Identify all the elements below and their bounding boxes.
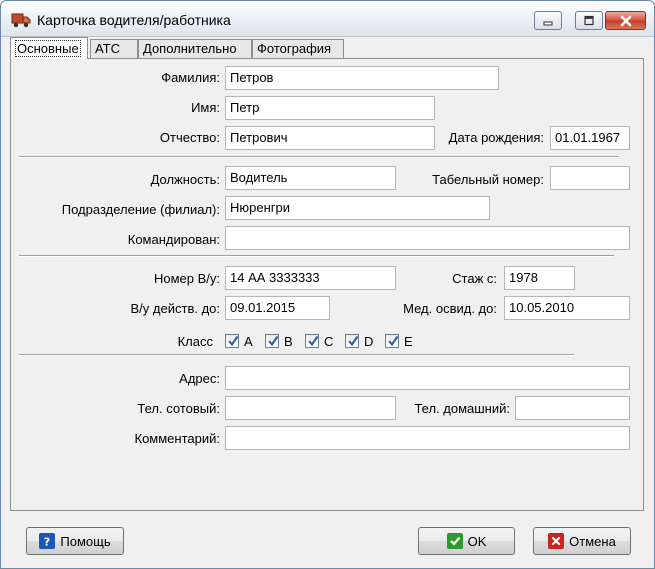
license-valid-field[interactable]: 09.01.2015 — [225, 296, 330, 320]
experience-since-field[interactable]: 1978 — [504, 266, 575, 290]
help-icon: ? — [39, 533, 56, 549]
check-icon — [228, 335, 239, 347]
driver-card-window: Карточка водителя/работника Основные АТС — [0, 0, 655, 569]
license-number-label: Номер В/у: — [153, 271, 220, 286]
address-field[interactable] — [225, 366, 630, 390]
tab-main[interactable]: Основные — [10, 37, 88, 59]
window-title: Карточка водителя/работника — [37, 12, 231, 28]
patronymic-label: Отчество: — [159, 130, 220, 145]
position-label: Должность: — [150, 172, 220, 187]
assigned-label: Командирован: — [127, 232, 220, 247]
division-field[interactable]: Нюренгри — [225, 196, 490, 220]
check-icon — [388, 335, 399, 347]
mobile-phone-label: Тел. сотовый: — [137, 401, 220, 416]
birth-date-field[interactable]: 01.01.1967 — [550, 126, 630, 150]
first-name-field[interactable]: Петр — [225, 96, 435, 120]
medical-until-label: Мед. освид. до: — [403, 301, 497, 316]
maximize-button[interactable] — [575, 11, 603, 30]
ok-button[interactable]: OK — [418, 527, 515, 555]
first-name-label: Имя: — [191, 100, 220, 115]
truck-icon — [11, 11, 31, 29]
last-name-label: Фамилия: — [161, 70, 220, 85]
comment-field[interactable] — [225, 426, 630, 450]
minimize-icon — [543, 21, 553, 25]
home-phone-field[interactable] — [515, 396, 630, 420]
separator — [19, 255, 614, 257]
division-label: Подразделение (филиал): — [61, 202, 220, 217]
medical-until-field[interactable]: 10.05.2010 — [504, 296, 630, 320]
personnel-number-label: Табельный номер: — [432, 172, 544, 187]
class-d-checkbox[interactable] — [345, 334, 359, 348]
home-phone-label: Тел. домашний: — [414, 401, 510, 416]
check-icon — [308, 335, 319, 347]
license-valid-label: В/у действ. до: — [130, 301, 220, 316]
check-icon — [348, 335, 359, 347]
class-d-label: D — [364, 334, 374, 349]
license-number-field[interactable]: 14 АА 3333333 — [225, 266, 396, 290]
check-icon — [446, 533, 463, 549]
class-a-checkbox[interactable] — [225, 334, 239, 348]
assigned-field[interactable] — [225, 226, 630, 250]
cross-icon — [548, 533, 565, 549]
maximize-icon — [584, 15, 594, 26]
birth-date-label: Дата рождения: — [448, 130, 544, 145]
title-bar[interactable]: Карточка водителя/работника — [1, 1, 654, 37]
address-label: Адрес: — [179, 371, 220, 386]
cancel-button[interactable]: Отмена — [533, 527, 631, 555]
class-c-label: C — [324, 334, 334, 349]
mobile-phone-field[interactable] — [225, 396, 396, 420]
class-b-checkbox[interactable] — [265, 334, 279, 348]
class-e-checkbox[interactable] — [385, 334, 399, 348]
separator — [19, 354, 574, 356]
tab-photo[interactable]: Фотография — [252, 39, 344, 59]
minimize-button[interactable] — [534, 11, 562, 30]
last-name-field[interactable]: Петров — [225, 66, 499, 90]
svg-text:?: ? — [44, 536, 50, 548]
experience-since-label: Стаж с: — [452, 271, 497, 286]
class-e-label: E — [404, 334, 413, 349]
separator — [19, 156, 619, 158]
class-c-checkbox[interactable] — [305, 334, 319, 348]
class-label: Класс — [177, 334, 213, 349]
comment-label: Комментарий: — [134, 431, 221, 446]
close-window-button[interactable] — [605, 11, 646, 30]
position-field[interactable]: Водитель — [225, 166, 396, 190]
patronymic-field[interactable]: Петрович — [225, 126, 435, 150]
help-button[interactable]: ? Помощь — [26, 527, 124, 555]
personnel-number-field[interactable] — [550, 166, 630, 190]
class-a-label: A — [244, 334, 253, 349]
tab-vehicle[interactable]: АТС — [90, 39, 138, 59]
tab-additional[interactable]: Дополнительно — [138, 39, 252, 59]
check-icon — [268, 335, 279, 347]
close-icon — [620, 15, 631, 26]
class-b-label: B — [284, 334, 293, 349]
